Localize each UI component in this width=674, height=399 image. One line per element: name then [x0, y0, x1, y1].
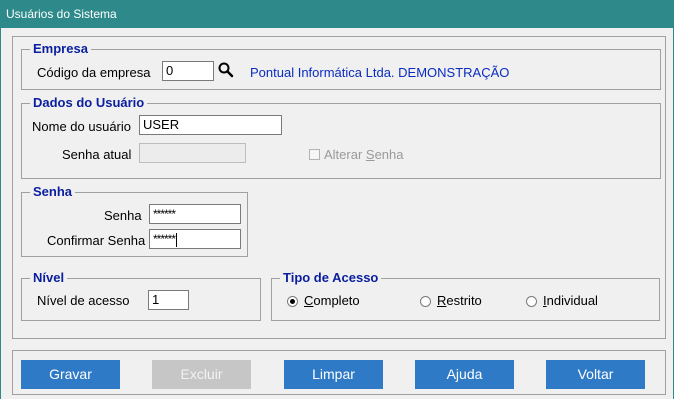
- radio-individual-label[interactable]: Individual: [543, 293, 598, 309]
- empresa-legend: Empresa: [30, 41, 91, 57]
- password-field[interactable]: ******: [149, 204, 241, 224]
- excluir-button[interactable]: Excluir: [152, 360, 251, 389]
- access-level-field[interactable]: 1: [148, 290, 189, 310]
- company-code-value: 0: [166, 63, 174, 78]
- password-value: ******: [153, 207, 176, 221]
- access-type-legend: Tipo de Acesso: [280, 270, 382, 286]
- level-legend: Nível: [30, 270, 68, 286]
- level-group: Nível Nível de acesso 1: [21, 270, 261, 321]
- limpar-button[interactable]: Limpar: [284, 360, 383, 389]
- company-code-field[interactable]: 0: [162, 61, 214, 81]
- user-data-group: Dados do Usuário Nome do usuário USER Se…: [21, 95, 661, 179]
- empresa-group: Empresa Código da empresa 0 Pontual Info…: [21, 41, 661, 90]
- main-panel: Empresa Código da empresa 0 Pontual Info…: [12, 36, 666, 339]
- button-bar: Gravar Excluir Limpar Ajuda Voltar: [12, 350, 666, 395]
- alterar-senha-checkbox[interactable]: [309, 149, 320, 160]
- company-code-label: Código da empresa: [37, 65, 151, 80]
- text-caret: [176, 232, 178, 247]
- confirm-password-value: ******: [153, 232, 176, 246]
- user-name-label: Nome do usuário: [32, 119, 131, 134]
- alterar-senha-accel: S: [365, 147, 375, 162]
- current-password-label: Senha atual: [62, 147, 132, 162]
- access-type-group: Tipo de Acesso Completo Restrito Individ…: [271, 270, 660, 321]
- password-label: Senha: [104, 208, 142, 223]
- password-legend: Senha: [30, 184, 76, 200]
- radio-restrito-rest: estrito: [446, 293, 482, 308]
- company-name: Pontual Informática Ltda. DEMONSTRAÇÃO: [250, 65, 510, 80]
- alterar-senha-label[interactable]: Alterar Senha: [324, 147, 404, 163]
- user-name-field[interactable]: USER: [139, 115, 282, 135]
- radio-completo-rest: ompleto: [313, 293, 360, 308]
- window-title: Usuários do Sistema: [6, 7, 117, 21]
- gravar-button[interactable]: Gravar: [21, 360, 120, 389]
- voltar-button[interactable]: Voltar: [546, 360, 645, 389]
- user-data-legend: Dados do Usuário: [30, 95, 148, 111]
- radio-completo[interactable]: [287, 296, 298, 307]
- alterar-senha-suffix: enha: [374, 147, 404, 162]
- radio-individual[interactable]: [526, 296, 537, 307]
- title-bar: Usuários do Sistema: [0, 0, 674, 29]
- access-level-label: Nível de acesso: [37, 293, 130, 308]
- radio-restrito-accel: R: [437, 293, 447, 308]
- confirm-password-field[interactable]: ******: [149, 229, 241, 249]
- dialog-window: Empresa Código da empresa 0 Pontual Info…: [0, 28, 674, 399]
- radio-restrito-label[interactable]: Restrito: [437, 293, 482, 309]
- magnifier-icon[interactable]: [217, 61, 235, 79]
- radio-completo-accel: C: [304, 293, 314, 308]
- radio-completo-label[interactable]: Completo: [304, 293, 360, 309]
- confirm-password-label: Confirmar Senha: [47, 233, 146, 248]
- radio-restrito[interactable]: [420, 296, 431, 307]
- ajuda-button[interactable]: Ajuda: [415, 360, 514, 389]
- radio-individual-rest: ndividual: [546, 293, 598, 308]
- current-password-field[interactable]: [139, 143, 246, 163]
- access-level-value: 1: [152, 292, 160, 307]
- user-name-value: USER: [143, 117, 180, 132]
- password-group: Senha Senha ****** Confirmar Senha *****…: [21, 184, 248, 257]
- alterar-senha-prefix: Alterar: [324, 147, 366, 162]
